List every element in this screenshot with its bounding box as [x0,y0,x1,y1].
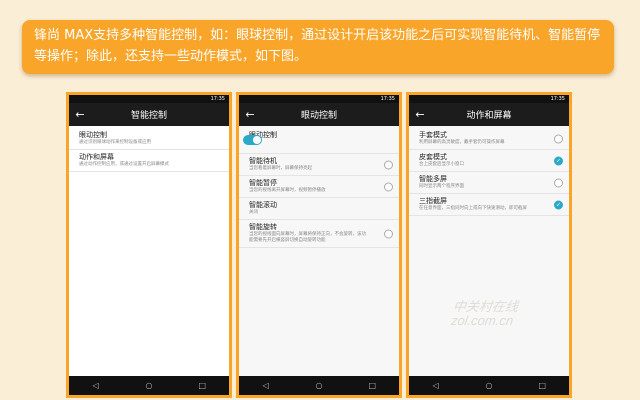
toggle-knob [253,136,261,144]
item-title: 眼动控制 [79,131,107,139]
item-title: 智能待机 [249,157,277,165]
status-bar: 17:35 [69,95,229,103]
smart-rotate-radio[interactable] [384,229,393,238]
eye-control-toggle[interactable] [243,135,262,145]
list-item-smart-multiscreen[interactable]: 智能多屏 同时显示两个程序界面 [409,172,569,194]
list-item-cover-mode[interactable]: 皮套模式 合上皮套后显示小窗口 ✓ [409,150,569,172]
check-icon: ✓ [555,157,562,164]
toolbar: ← 动作和屏幕 [409,103,569,126]
cover-mode-radio-checked[interactable]: ✓ [554,156,563,165]
nav-bar: ◁ ○ □ [69,376,229,395]
item-title: 动作和屏幕 [79,153,114,161]
screen-title: 眼动控制 [300,111,337,121]
home-nav-icon[interactable]: ○ [309,381,329,390]
description-banner: 锋尚 MAX支持多种智能控制，如：眼球控制，通过设计开启该功能之后可实现智能待机… [22,20,614,74]
item-title: 三指截屏 [419,197,447,205]
home-nav-icon[interactable]: ○ [139,381,159,390]
item-subtitle: 关闭 [249,210,258,215]
settings-list: 眼动控制 智能待机 当您看着屏幕时，屏幕保持亮起 智能暂停 当您的视线离开屏幕时… [239,126,399,382]
phone-screen-motion-and-screen: 17:35 ← 动作和屏幕 手套模式 利用屏幕的高灵敏度，戴手套仍可操作屏幕 皮… [406,92,572,398]
item-subtitle: 同时显示两个程序界面 [419,184,464,189]
phone-screen-eye-control: 17:35 ← 眼动控制 眼动控制 智能待机 当您看着屏幕时，屏幕保持亮起 智能… [236,92,402,398]
item-subtitle: 当您的视线面向屏幕时，屏幕将保持正向，不会旋转，该功能需要先开启横竖屏切换自动旋… [249,232,366,243]
recent-apps-icon[interactable]: □ [192,381,212,390]
list-item-glove-mode[interactable]: 手套模式 利用屏幕的高灵敏度，戴手套仍可操作屏幕 [409,128,569,150]
list-item-eye-control[interactable]: 眼动控制 通过识别眼球动作来控制设备或应用 [69,128,229,150]
list-item-smart-rotate[interactable]: 智能旋转 当您的视线面向屏幕时，屏幕将保持正向，不会旋转，该功能需要先开启横竖屏… [239,220,399,248]
item-title: 智能滚动 [249,201,277,209]
watermark-line2: zol.com.cn [450,313,515,328]
glove-mode-radio[interactable] [554,134,563,143]
item-subtitle: 通过识别眼球动作来控制设备或应用 [79,140,151,145]
list-item-motion-screen[interactable]: 动作和屏幕 通过动作控制应用，或通过设置开启屏幕模式 [69,150,229,172]
home-nav-icon[interactable]: ○ [479,381,499,390]
item-title: 智能旋转 [249,223,277,231]
back-nav-icon[interactable]: ◁ [256,381,276,390]
toolbar: ← 智能控制 [69,103,229,126]
list-item-smart-scroll[interactable]: 智能滚动 关闭 [239,198,399,220]
zol-watermark: 中关村在线 zol.com.cn [450,299,520,328]
item-title: 智能多屏 [419,175,447,183]
item-subtitle: 当您看着屏幕时，屏幕保持亮起 [249,166,312,171]
status-bar: 17:35 [409,95,569,103]
nav-bar: ◁ ○ □ [239,376,399,395]
item-title: 手套模式 [419,131,447,139]
status-time: 17:35 [380,96,395,102]
settings-list: 眼动控制 通过识别眼球动作来控制设备或应用 动作和屏幕 通过动作控制应用，或通过… [69,126,229,382]
recent-apps-icon[interactable]: □ [362,381,382,390]
back-nav-icon[interactable]: ◁ [86,381,106,390]
list-item-eye-control-switch[interactable]: 眼动控制 [239,128,399,154]
settings-list: 手套模式 利用屏幕的高灵敏度，戴手套仍可操作屏幕 皮套模式 合上皮套后显示小窗口… [409,126,569,382]
toolbar: ← 眼动控制 [239,103,399,126]
watermark-line1: 中关村在线 [452,299,520,314]
recent-apps-icon[interactable]: □ [532,381,552,390]
item-title: 皮套模式 [419,153,447,161]
banner-text: 锋尚 MAX支持多种智能控制，如：眼球控制，通过设计开启该功能之后可实现智能待机… [34,28,601,64]
check-icon: ✓ [555,201,562,208]
status-bar: 17:35 [239,95,399,103]
screen-title: 动作和屏幕 [466,111,512,121]
list-item-three-finger-screenshot[interactable]: 三指截屏 在任意界面，三指同时向上或向下快速滑动，即可截屏 ✓ [409,194,569,216]
item-subtitle: 当您的视线离开屏幕时，视频暂停播放 [249,188,326,193]
item-subtitle: 在任意界面，三指同时向上或向下快速滑动，即可截屏 [419,206,527,211]
item-subtitle: 通过动作控制应用，或通过设置开启屏幕模式 [79,162,169,167]
status-time: 17:35 [210,96,225,102]
smart-pause-radio[interactable] [384,182,393,191]
back-arrow-icon[interactable]: ← [409,103,431,126]
screen-title: 智能控制 [130,111,167,121]
list-item-smart-standby[interactable]: 智能待机 当您看着屏幕时，屏幕保持亮起 [239,154,399,176]
item-title: 眼动控制 [249,131,277,139]
three-finger-radio-checked[interactable]: ✓ [554,200,563,209]
back-arrow-icon[interactable]: ← [239,103,261,126]
back-nav-icon[interactable]: ◁ [426,381,446,390]
status-time: 17:35 [550,96,565,102]
smart-standby-radio[interactable] [384,160,393,169]
back-arrow-icon[interactable]: ← [69,103,91,126]
item-title: 智能暂停 [249,179,277,187]
item-subtitle: 利用屏幕的高灵敏度，戴手套仍可操作屏幕 [419,140,505,145]
phone-screen-smart-control: 17:35 ← 智能控制 眼动控制 通过识别眼球动作来控制设备或应用 动作和屏幕… [66,92,232,398]
item-subtitle: 合上皮套后显示小窗口 [419,162,464,167]
nav-bar: ◁ ○ □ [409,376,569,395]
list-item-smart-pause[interactable]: 智能暂停 当您的视线离开屏幕时，视频暂停播放 [239,176,399,198]
smart-multiscreen-radio[interactable] [554,178,563,187]
